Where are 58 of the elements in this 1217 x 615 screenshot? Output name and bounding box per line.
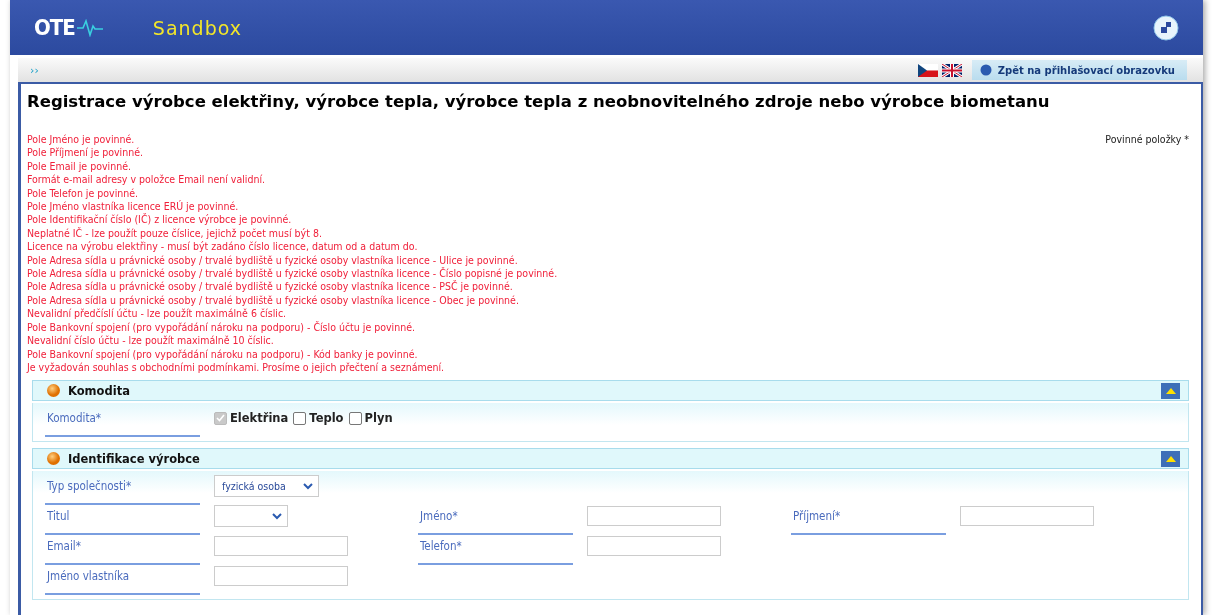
error-message: Pole Bankovní spojení (pro vypořádání nároku na podporu) - Kód banky je povinné. [27, 347, 419, 361]
collapse-button[interactable] [1161, 450, 1180, 467]
checkbox[interactable] [293, 411, 307, 425]
input-field[interactable] [214, 536, 348, 557]
error-message: Formát e-mail adresy v položce Email není validní. [27, 173, 267, 187]
error-message: Pole Adresa sídla u právnické osoby / trvalé bydliště u fyzické osoby vlastníka licence - PSČ je povinné. [27, 280, 514, 294]
checkbox-label: Teplo [309, 411, 344, 426]
error-message: Pole Telefon je povinné. [27, 186, 140, 201]
checkbox-label: Plyn [364, 411, 393, 426]
field-label: Titul [45, 509, 200, 536]
error-message: Pole Adresa sídla u právnické osoby / trvalé bydliště u fyzické osoby vlastníka licence - Obec je povinné. [27, 293, 520, 308]
checkbox-label: Elektřina [230, 411, 289, 426]
input-field[interactable] [214, 566, 348, 587]
ball-icon [47, 384, 60, 398]
field-label: Jméno* [418, 509, 573, 536]
logo-text: OTE [34, 15, 75, 40]
collapse-button[interactable] [1161, 382, 1180, 399]
triangle-up-icon [1165, 455, 1176, 462]
czech-flag-icon[interactable] [917, 63, 938, 77]
required-fields-note: Povinné položky * [1105, 133, 1189, 147]
page-title: Registrace výrobce elektřiny, výrobce tepla, výrobce tepla z neobnovitelného zdroje nebo výrobce biometanu [27, 92, 1051, 111]
error-message: Pole Adresa sídla u právnické osoby / trvalé bydliště u fyzické osoby vlastníka licence - Ulice je povinné. [27, 253, 519, 267]
section-title: Identifikace výrobce [68, 451, 200, 466]
chevron-down-icon [303, 482, 313, 490]
error-message: Pole Jméno je povinné. [27, 133, 136, 147]
error-message: Pole Jméno vlastníka licence ERÚ je povinné. [27, 200, 240, 213]
error-message: Nevalidní číslo účtu - lze použít maximálně 10 číslic. [27, 334, 275, 348]
checkmark-icon [216, 414, 225, 423]
error-message: Nevalidní předčíslí účtu - lze použít maximálně 6 číslic. [27, 307, 288, 321]
input-field[interactable] [587, 536, 721, 557]
dropdown[interactable]: fyzická osoba [214, 475, 319, 498]
error-message: Pole Bankovní spojení (pro vypořádání nároku na podporu) - Číslo účtu je povinné. [27, 320, 417, 335]
globe-icon[interactable] [1153, 14, 1179, 41]
error-message: Pole Identifikační číslo (IČ) z licence výrobce je povinné. [27, 213, 293, 227]
field-label: Email* [45, 539, 200, 566]
ball-icon [47, 452, 60, 466]
back-to-login-button[interactable]: Zpět na přihlašovací obrazovku [971, 60, 1187, 80]
error-message: Neplatné IČ - lze použít pouze číslice, jejichž počet musí být 8. [27, 226, 323, 241]
error-message: Pole Příjmení je povinné. [27, 146, 145, 160]
checkbox[interactable] [348, 411, 362, 425]
input-field[interactable] [960, 506, 1094, 527]
field-label: Typ společnosti* [45, 479, 200, 506]
field-label: Příjmení* [791, 509, 946, 536]
chevron-down-icon [272, 512, 282, 520]
error-message: Pole Adresa sídla u právnické osoby / trvalé bydliště u fyzické osoby vlastníka licence - Číslo popisné je povinné. [27, 267, 558, 280]
input-field[interactable] [587, 506, 721, 527]
wave-icon [76, 18, 103, 37]
field-label: Komodita* [45, 411, 200, 438]
error-message: Pole Email je povinné. [27, 159, 132, 174]
error-message: Licence na výrobu elektřiny - musí být zadáno číslo licence, datum od a datum do. [27, 240, 419, 254]
error-message: Je vyžadován souhlas s obchodními podmínkami. Prosíme o jejich přečtení a seznámení. [27, 360, 446, 375]
triangle-up-icon [1165, 387, 1176, 394]
field-label: Telefon* [418, 539, 573, 566]
environment-label: Sandbox [152, 16, 242, 39]
uk-flag-icon[interactable] [941, 63, 962, 77]
section-title: Komodita [68, 383, 130, 398]
circle-icon [979, 64, 992, 76]
field-label: Jméno vlastníka [45, 569, 200, 596]
